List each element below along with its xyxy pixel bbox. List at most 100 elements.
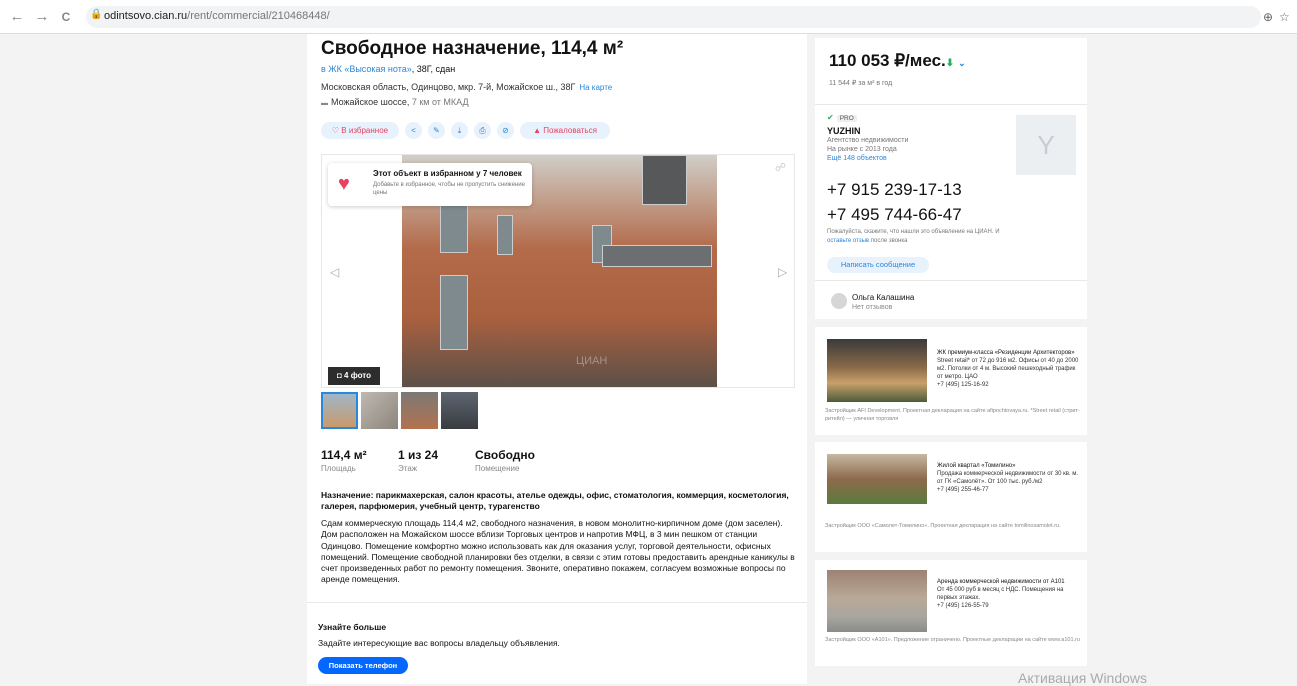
ad-title: Аренда коммерческой недвижимости от А101 [937, 579, 1065, 585]
thumbnail[interactable] [321, 392, 358, 429]
check-icon: ✔ [827, 113, 834, 122]
building-window [440, 275, 468, 350]
ad-phone: +7 (495) 255-46-77 [937, 487, 989, 493]
next-arrow-icon[interactable]: ▷ [778, 265, 787, 279]
contact-person[interactable]: Ольга Калашина Нет отзывов [815, 281, 1087, 319]
agency-name[interactable]: YUZHIN [827, 126, 861, 136]
phone-note-text: после звонка [869, 238, 908, 244]
highway-distance: 7 км от МКАД [409, 97, 469, 107]
fact-floor: 1 из 24 Этаж [398, 448, 438, 473]
ad-image[interactable] [827, 570, 927, 632]
complex-suffix: , 38Г, сдан [411, 64, 456, 74]
thumbnail[interactable] [361, 392, 398, 429]
link-icon[interactable]: ☍ [775, 161, 786, 174]
highway-info: ▬ Можайское шоссе, 7 км от МКАД [321, 97, 469, 107]
agency-more-link[interactable]: Ещё 148 объектов [827, 155, 887, 162]
avatar [831, 293, 847, 309]
thumbnail[interactable] [441, 392, 478, 429]
phone-number[interactable]: +7 915 239-17-13 [827, 180, 962, 200]
url-path: /rent/commercial/210468448/ [187, 10, 330, 22]
phone-note-text: Пожалуйста, скажите, что нашли это объяв… [827, 229, 1000, 235]
thumbnail[interactable] [401, 392, 438, 429]
description-text: Сдам коммерческую площадь 114,4 м2, своб… [321, 518, 795, 585]
learn-more-title: Узнайте больше [318, 622, 387, 632]
photo-gallery[interactable]: ♥ Этот объект в избранном у 7 человек До… [321, 154, 795, 388]
purpose-text: Назначение: парикмахерская, салон красот… [321, 490, 789, 511]
complain-button[interactable]: ▲ Пожаловаться [520, 122, 610, 139]
ad-title: Жилой квартал «Томилино» [937, 463, 1016, 469]
listing-title: Свободное назначение, 114,4 м² [321, 38, 624, 59]
fact-label: Этаж [398, 464, 418, 473]
edit-button[interactable]: ✎ [428, 122, 445, 139]
ad-image[interactable] [827, 339, 927, 402]
address-bar[interactable]: 🔒 odintsovo.cian.ru/rent/commercial/2104… [86, 6, 1261, 28]
leave-review-link[interactable]: оставьте отзыв [827, 238, 869, 244]
photo-count-badge[interactable]: ◘ 4 фото [328, 367, 380, 385]
divider [307, 602, 807, 603]
ad-card[interactable]: ЖК премиум-класса «Резиденции Архитектор… [815, 327, 1087, 435]
download-button[interactable]: ⤓ [451, 122, 468, 139]
forward-icon[interactable]: → [33, 8, 51, 25]
ad-disclaimer: Застройщик AFI Development. Проектная де… [825, 408, 1080, 422]
agent-block: ✔ PRO YUZHIN Агентство недвижимости На ры… [815, 105, 1087, 281]
show-phone-button[interactable]: Показать телефон [318, 657, 408, 674]
bookmark-star-icon[interactable]: ☆ [1279, 10, 1290, 24]
chevron-down-icon[interactable]: ⌄ [958, 58, 966, 68]
ad-text: ЖК премиум-класса «Резиденции Архитектор… [937, 349, 1079, 389]
ad-card[interactable]: Аренда коммерческой недвижимости от А101… [815, 560, 1087, 666]
ad-phone: +7 (495) 125-16-92 [937, 382, 989, 388]
favorite-button[interactable]: ♡ В избранное [321, 122, 399, 139]
hide-button[interactable]: ⊘ [497, 122, 514, 139]
ad-card[interactable]: Жилой квартал «Томилино» Продажа коммерче… [815, 442, 1087, 552]
zoom-icon[interactable]: ⊕ [1263, 10, 1273, 24]
print-button[interactable]: ⎙ [474, 122, 491, 139]
ad-text: Жилой квартал «Томилино» Продажа коммерче… [937, 462, 1079, 494]
write-message-button[interactable]: Написать сообщение [827, 257, 929, 273]
listing-complex: в ЖК «Высокая нота», 38Г, сдан [321, 64, 455, 74]
ad-text: Аренда коммерческой недвижимости от А101… [937, 578, 1079, 610]
fact-value: 1 из 24 [398, 448, 439, 462]
learn-more-text: Задайте интересующие вас вопросы владель… [318, 638, 560, 648]
price-block: 110 053 ₽/мес.⬇ ⌄ 11 544 ₽ за м² в год [815, 38, 1087, 105]
url-host: odintsovo.cian.ru [104, 10, 188, 22]
phone-number[interactable]: +7 495 744-66-47 [827, 205, 962, 225]
map-link[interactable]: На карте [579, 83, 612, 92]
person-name: Ольга Калашина [852, 293, 915, 302]
ad-disclaimer: Застройщик ООО «А101». Предложение огран… [825, 637, 1080, 643]
pro-badge: ✔ PRO [827, 113, 857, 122]
ad-image[interactable] [827, 454, 927, 504]
agency-logo[interactable]: Y [1016, 115, 1076, 175]
building-window [497, 215, 513, 255]
fact-label: Площадь [321, 464, 356, 473]
price-per-meter: 11 544 ₽ за м² в год [829, 80, 893, 87]
highway-name: Можайское шоссе, [331, 97, 410, 107]
reload-icon[interactable]: C [57, 10, 75, 24]
agency-type: Агентство недвижимости [827, 137, 909, 144]
listing-address: Московская область, Одинцово, мкр. 7-й, … [321, 82, 612, 92]
address-text: Московская область, Одинцово, мкр. 7-й, … [321, 82, 576, 92]
phone-note: Пожалуйста, скажите, что нашли это объяв… [827, 228, 1017, 246]
agency-since: На рынке с 2013 года [827, 146, 897, 153]
complex-link[interactable]: в ЖК «Высокая нота» [321, 64, 412, 74]
price-value: 110 053 ₽/мес. [829, 51, 946, 70]
prev-arrow-icon[interactable]: ◁ [330, 265, 339, 279]
pro-label: PRO [836, 115, 857, 122]
fact-label: Помещение [475, 464, 520, 473]
entrance-canopy [602, 245, 712, 267]
share-button[interactable]: < [405, 122, 422, 139]
fact-premises: Свободно Помещение [475, 448, 535, 473]
ad-disclaimer: Застройщик ООО «Самолет-Томилино». Проек… [825, 523, 1061, 529]
photo-watermark: ЦИАН [576, 355, 608, 367]
heart-icon: ♥ [338, 173, 350, 195]
ad-body: Продажа коммерческой недвижимости от 30 … [937, 471, 1079, 485]
fact-area: 114,4 м² Площадь [321, 448, 367, 473]
ad-phone: +7 (495) 126-55-79 [937, 603, 989, 609]
back-icon[interactable]: ← [8, 8, 26, 25]
favorites-hint-title: Этот объект в избранном у 7 человек [373, 169, 522, 178]
listing-main: Свободное назначение, 114,4 м² в ЖК «Выс… [307, 34, 807, 684]
url-text[interactable]: odintsovo.cian.ru/rent/commercial/210468… [104, 10, 330, 22]
ad-body: От 45 000 руб в месяц с НДС. Помещения н… [937, 587, 1064, 601]
browser-toolbar: ← → C 🔒 odintsovo.cian.ru/rent/commercia… [0, 0, 1297, 34]
building-balcony [642, 155, 687, 205]
favorites-hint: ♥ Этот объект в избранном у 7 человек До… [328, 163, 532, 206]
